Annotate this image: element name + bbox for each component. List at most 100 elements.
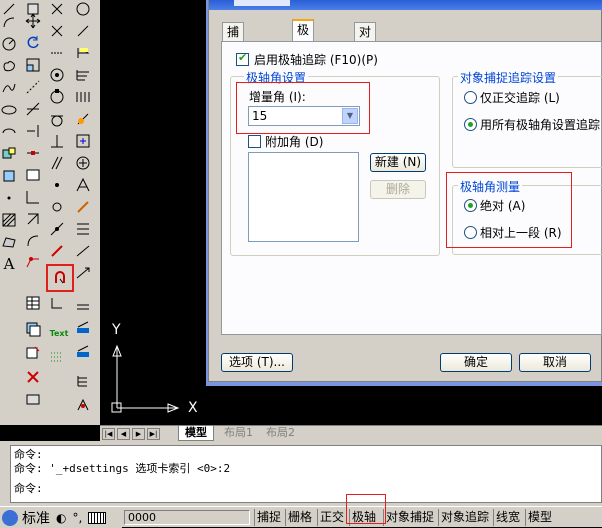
- snap-dash-tool[interactable]: [48, 44, 66, 62]
- dim-aligned-tool[interactable]: [74, 22, 92, 40]
- additional-angles-list[interactable]: [248, 152, 359, 242]
- point-tool[interactable]: [0, 189, 18, 207]
- explode-tool[interactable]: [24, 210, 42, 228]
- dim-override-tool[interactable]: [74, 342, 92, 360]
- snap-cross-tool[interactable]: [48, 22, 66, 40]
- punct-icon[interactable]: °,: [72, 511, 82, 525]
- dim-edit-tool[interactable]: [74, 372, 92, 390]
- snap-settings-tool[interactable]: [46, 264, 74, 292]
- spline-tool[interactable]: [0, 79, 18, 97]
- ortho-toggle[interactable]: 正交: [317, 509, 346, 526]
- dim-tolerance-tool[interactable]: [74, 242, 92, 260]
- ok-button[interactable]: 确定: [440, 353, 512, 372]
- model-toggle[interactable]: 模型: [525, 509, 554, 526]
- snap-quadrant-tool[interactable]: [48, 88, 66, 106]
- delete-angle-button[interactable]: 删除: [370, 180, 426, 199]
- dim-linear-tool[interactable]: [74, 0, 92, 18]
- edit-pline-tool[interactable]: [24, 254, 42, 272]
- mtext-tool[interactable]: A: [0, 255, 18, 273]
- insert-block-tool[interactable]: [0, 145, 18, 163]
- all-polar-tracking-label[interactable]: 用所有极轴角设置追踪: [480, 116, 600, 133]
- prev-tab-button[interactable]: ◀: [117, 428, 130, 440]
- enable-polar-checkbox[interactable]: [236, 51, 249, 66]
- ime-toolbar[interactable]: 标准 ◐ °,: [0, 507, 122, 528]
- tab-layout1[interactable]: 布局1: [218, 426, 259, 441]
- dim-radius-tool[interactable]: [74, 88, 92, 106]
- layer-tool[interactable]: [24, 320, 42, 338]
- first-tab-button[interactable]: |◀: [102, 428, 115, 440]
- circle-tool[interactable]: [0, 35, 18, 53]
- tab-object-snap[interactable]: 对象捕捉: [354, 22, 377, 93]
- ime-logo-icon[interactable]: [2, 509, 18, 526]
- grid-tool[interactable]: [48, 348, 66, 366]
- last-tab-button[interactable]: ▶|: [147, 428, 160, 440]
- explode-arc-tool[interactable]: [24, 232, 42, 250]
- snap-nearest-tool[interactable]: [48, 220, 66, 238]
- polyline-tool[interactable]: [0, 13, 18, 31]
- make-block-tool[interactable]: [0, 167, 18, 185]
- additional-angle-checkbox[interactable]: [248, 135, 261, 148]
- break-tool[interactable]: [24, 144, 42, 162]
- next-tab-button[interactable]: ▶: [132, 428, 145, 440]
- snap-toggle[interactable]: 捕捉: [254, 509, 283, 526]
- chamfer-tool[interactable]: [24, 166, 42, 184]
- ortho-tracking-label[interactable]: 仅正交追踪 (L): [480, 89, 560, 106]
- attribute-tool[interactable]: [24, 390, 42, 408]
- otrack-toggle[interactable]: 对象追踪: [438, 509, 491, 526]
- rotate-tool[interactable]: [24, 34, 42, 52]
- move-tool[interactable]: [24, 12, 42, 30]
- new-angle-button[interactable]: 新建 (N): [370, 153, 426, 172]
- trim-tool[interactable]: [24, 100, 42, 118]
- moon-icon[interactable]: ◐: [56, 511, 66, 525]
- snap-insert-tool[interactable]: [48, 176, 66, 194]
- dim-leader-tool[interactable]: [74, 220, 92, 238]
- lineweight-toggle[interactable]: 线宽: [493, 509, 522, 526]
- snap-node-tool[interactable]: [48, 198, 66, 216]
- dim-baseline-tool[interactable]: [74, 176, 92, 194]
- scale-tool[interactable]: [24, 56, 42, 74]
- hatch-tool[interactable]: [0, 211, 18, 229]
- dim-reassoc-tool[interactable]: [74, 396, 92, 414]
- region-tool[interactable]: [0, 233, 18, 251]
- tab-polar-tracking[interactable]: 极轴追踪: [292, 19, 315, 91]
- grid-toggle[interactable]: 栅格: [285, 509, 314, 526]
- block-edit-tool[interactable]: [24, 344, 42, 362]
- ortho-tracking-radio[interactable]: [464, 91, 477, 104]
- additional-angle-label[interactable]: 附加角 (D): [265, 133, 323, 150]
- command-history[interactable]: 命令: 命令: '_+dsettings 选项卡索引 <0>:2 命令:: [10, 445, 602, 503]
- delete-block-tool[interactable]: [24, 368, 42, 386]
- ellipse-tool[interactable]: [0, 101, 18, 119]
- snap-tangent-tool[interactable]: [48, 110, 66, 128]
- osnap-toggle[interactable]: 对象捕捉: [383, 509, 436, 526]
- dim-update-tool[interactable]: [74, 318, 92, 336]
- table-tool[interactable]: [24, 294, 42, 312]
- dim-arc-tool[interactable]: [74, 44, 92, 62]
- command-prompt[interactable]: 命令:: [14, 480, 43, 496]
- dim-quick-tool[interactable]: [74, 154, 92, 172]
- tab-snap-grid[interactable]: 捕捉和栅格: [222, 22, 245, 111]
- snap-perpendicular-tool[interactable]: [48, 132, 66, 150]
- object-snap-tool[interactable]: [48, 0, 66, 18]
- snap-none-tool[interactable]: [48, 242, 66, 260]
- dim-style-tool[interactable]: [74, 294, 92, 312]
- cancel-button[interactable]: 取消: [519, 353, 591, 372]
- ucs-tool[interactable]: [48, 294, 66, 312]
- all-polar-tracking-radio[interactable]: [464, 118, 477, 131]
- dim-ordinate-tool[interactable]: [74, 66, 92, 84]
- dim-center-tool[interactable]: [74, 264, 92, 282]
- revision-cloud-tool[interactable]: [0, 57, 18, 75]
- snap-center-tool[interactable]: [48, 66, 66, 84]
- keyboard-icon[interactable]: [88, 511, 107, 524]
- enable-polar-label[interactable]: 启用极轴追踪 (F10)(P): [254, 51, 378, 68]
- ime-mode-label[interactable]: 标准: [22, 508, 50, 528]
- dim-angular-tool[interactable]: [74, 132, 92, 150]
- dim-diameter-tool[interactable]: [74, 110, 92, 128]
- options-button[interactable]: 选项 (T)...: [221, 353, 293, 372]
- snap-parallel-tool[interactable]: [48, 154, 66, 172]
- extend-tool[interactable]: [24, 122, 42, 140]
- tab-layout2[interactable]: 布局2: [260, 426, 301, 441]
- ellipse-arc-tool[interactable]: [0, 123, 18, 141]
- tab-model[interactable]: 模型: [178, 426, 214, 441]
- text-tool[interactable]: Text: [48, 324, 70, 342]
- fillet-tool[interactable]: [24, 188, 42, 206]
